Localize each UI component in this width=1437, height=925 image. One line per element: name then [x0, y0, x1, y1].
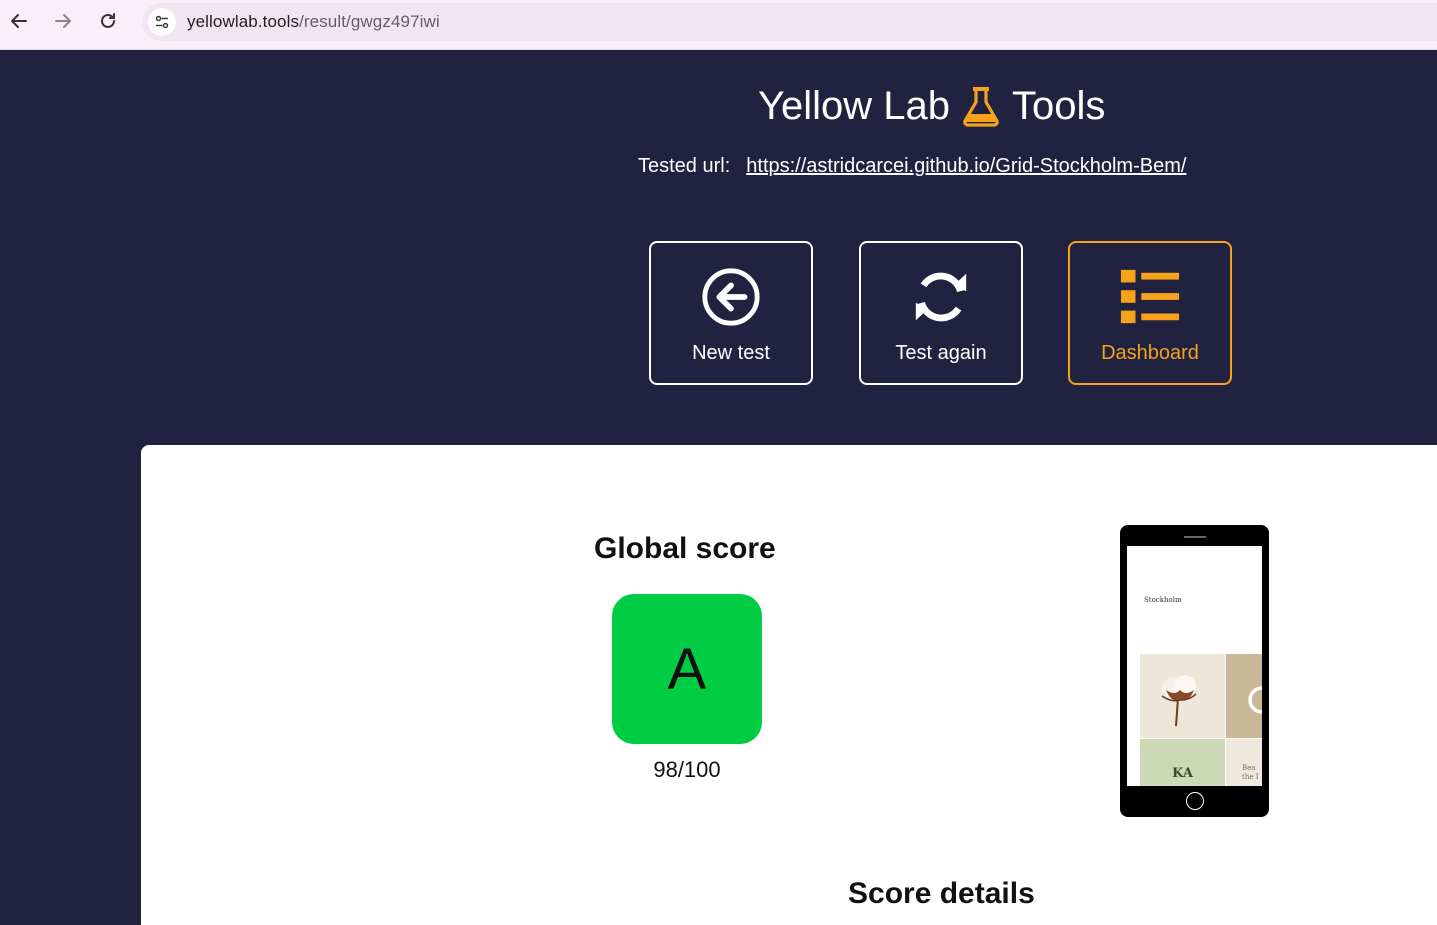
title-tools: Tools	[1012, 83, 1106, 128]
green-tile: KA	[1140, 739, 1225, 786]
screenshot-brand: Stockholm	[1144, 596, 1182, 604]
new-test-label: New test	[692, 342, 770, 364]
dashboard-button[interactable]: Dashboard	[1068, 241, 1232, 385]
browser-toolbar: yellowlab.tools/result/gwgz497iwi	[0, 0, 1437, 50]
url-host: yellowlab.tools	[187, 12, 300, 31]
new-test-button[interactable]: New test	[649, 241, 813, 385]
cream-tile: Bea the I	[1226, 739, 1262, 786]
url-path: /result/gwgz497iwi	[299, 12, 440, 31]
grade-badge: A	[612, 594, 762, 744]
url-text: yellowlab.tools/result/gwgz497iwi	[187, 12, 440, 32]
beige-tile	[1226, 654, 1262, 738]
cotton-flower-image	[1161, 675, 1197, 727]
test-again-label: Test again	[895, 342, 987, 364]
phone-screen: Stockholm KA Bea the I	[1127, 546, 1262, 786]
tested-url-label: Tested url:	[638, 155, 731, 177]
tested-url-link[interactable]: https://astridcarcei.github.io/Grid-Stoc…	[746, 155, 1186, 178]
dashboard-label: Dashboard	[1101, 342, 1199, 364]
page-title: Yellow Lab Tools	[758, 78, 1105, 134]
reload-icon[interactable]	[95, 8, 121, 34]
refresh-icon	[909, 265, 973, 329]
cream-tile-text: Bea the I	[1242, 764, 1259, 781]
test-again-button[interactable]: Test again	[859, 241, 1023, 385]
cotton-tile	[1140, 654, 1225, 738]
phone-speaker	[1184, 536, 1206, 538]
global-score-title: Global score	[594, 532, 776, 565]
site-info-icon[interactable]	[148, 8, 176, 36]
list-icon	[1118, 265, 1182, 329]
back-arrow-icon[interactable]	[6, 8, 32, 34]
phone-screenshot: Stockholm KA Bea the I	[1120, 525, 1269, 817]
forward-arrow-icon[interactable]	[50, 8, 76, 34]
green-tile-text: KA	[1172, 766, 1193, 781]
phone-home-button	[1186, 792, 1204, 810]
back-circle-icon	[699, 265, 763, 329]
tested-url-row: Tested url: https://astridcarcei.github.…	[638, 155, 1186, 178]
flask-icon	[963, 87, 999, 127]
score-details-title: Score details	[848, 877, 1035, 910]
score-value: 98/100	[653, 757, 721, 782]
title-yellow-lab: Yellow Lab	[758, 83, 951, 128]
address-bar[interactable]: yellowlab.tools/result/gwgz497iwi	[142, 3, 1437, 41]
